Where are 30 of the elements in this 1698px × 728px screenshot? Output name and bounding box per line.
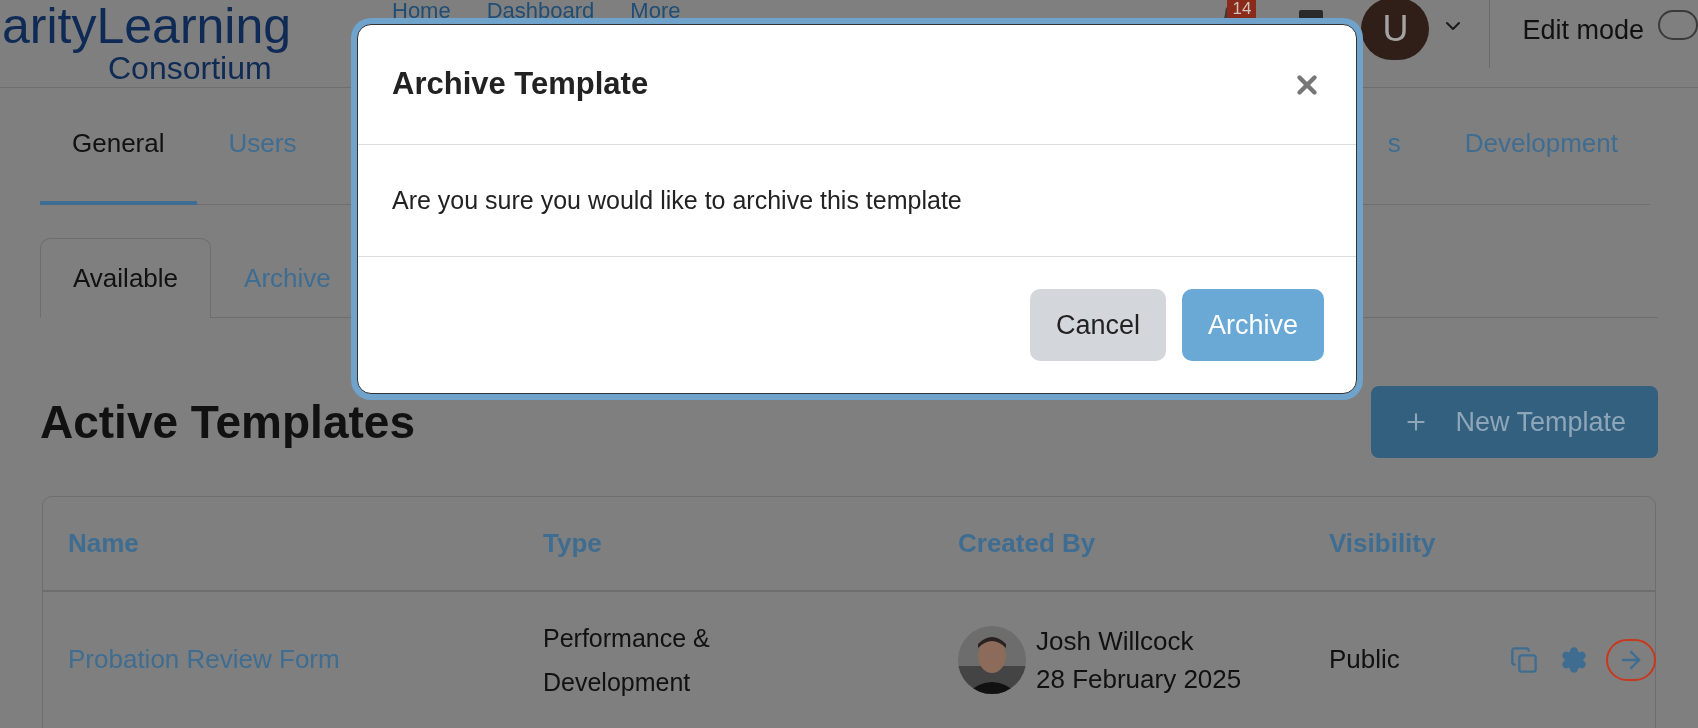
subtab[interactable]: Available <box>40 238 212 318</box>
table-cell-text: Public <box>1329 643 1401 676</box>
user-avatar[interactable]: U <box>1361 0 1430 60</box>
creator-name: Josh Willcock <box>1036 624 1195 658</box>
logo-subtitle: Consortium <box>108 52 272 84</box>
column-header: Visibility <box>1329 527 1437 560</box>
nav-link[interactable]: Home <box>392 0 451 22</box>
column-header: Name <box>68 527 140 560</box>
subtab[interactable]: Archive <box>211 238 364 318</box>
archive-button[interactable]: Archive <box>1181 289 1324 361</box>
column-header: Created By <box>958 527 1097 560</box>
nav-link[interactable]: More <box>630 0 681 22</box>
created-date: 28 February 2025 <box>1036 662 1242 696</box>
edit-mode-toggle[interactable] <box>1658 10 1698 40</box>
logo-text: arityLearning <box>1 0 293 52</box>
page-heading: Active Templates <box>40 394 415 450</box>
tab[interactable]: Users <box>196 124 329 205</box>
tab[interactable]: Development <box>1432 124 1650 205</box>
tab[interactable]: General <box>40 124 197 205</box>
cancel-button[interactable]: Cancel <box>1029 289 1166 361</box>
tab[interactable]: s <box>1355 124 1433 205</box>
template-name-link[interactable]: Probation Review Form <box>68 640 543 679</box>
new-template-button[interactable]: New Template <box>1371 386 1658 458</box>
nav-link[interactable]: Dashboard <box>486 0 595 22</box>
dialog-message: Are you sure you would like to archive this template <box>392 184 962 216</box>
edit-mode-label: Edit mode <box>1522 14 1644 47</box>
column-header: Type <box>543 527 603 560</box>
dialog-title: Archive Template <box>392 65 649 104</box>
notification-badge: 14 <box>1227 0 1257 20</box>
table-cell-text: Performance & Development <box>543 622 711 698</box>
